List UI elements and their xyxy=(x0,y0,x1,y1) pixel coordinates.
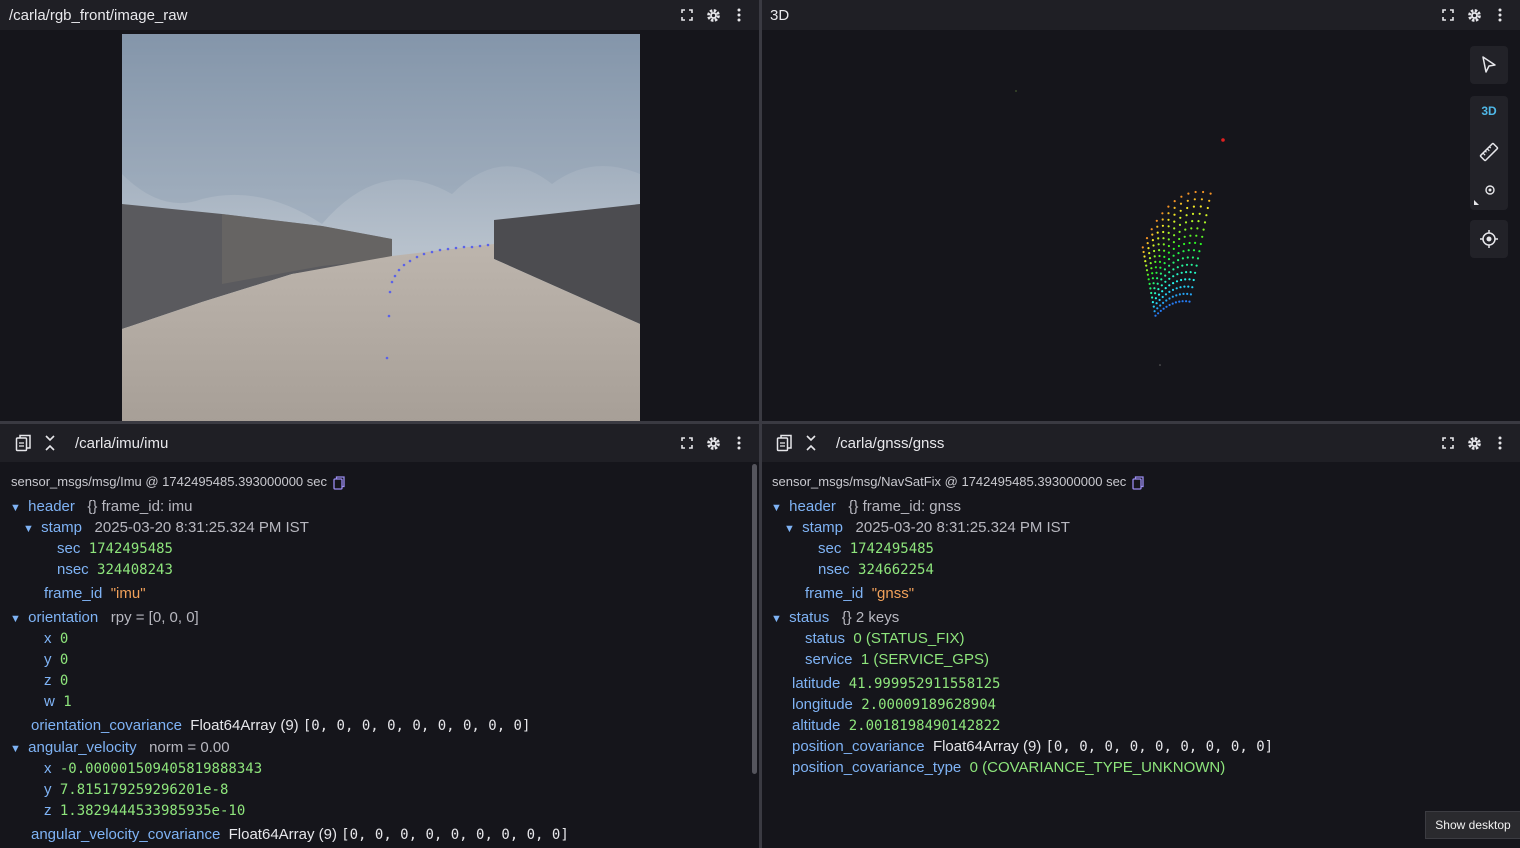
tree-row-sec: sec 1742495485 xyxy=(818,540,934,557)
tree-row-nsec: nsec 324662254 xyxy=(818,561,934,578)
camera-image xyxy=(122,34,640,421)
measure-tool-button[interactable] xyxy=(1479,142,1499,162)
tree-row-frame-id: frame_id "gnss" xyxy=(805,585,915,602)
tree-row-angular-velocity-z: z 1.3829444533985935e-10 xyxy=(44,802,246,819)
pointer-icon xyxy=(1482,56,1496,73)
tree-row-frame-id: frame_id "imu" xyxy=(44,585,146,602)
imu-message-tree: sensor_msgs/msg/Imu @ 1742495485.3930000… xyxy=(0,464,759,848)
tree-row-stamp[interactable]: ▼ stamp 2025-03-20 8:31:25.324 PM IST xyxy=(784,518,1070,538)
tree-row-angular-velocity-y: y 7.815179259296201e-8 xyxy=(44,781,229,798)
tree-row-orientation-z: z 0 xyxy=(44,672,69,689)
copy-clipboard-icon[interactable] xyxy=(1132,475,1144,490)
tree-row-orientation[interactable]: ▼ orientation rpy = [0, 0, 0] xyxy=(10,608,199,628)
toggle-3d-button[interactable]: 3D xyxy=(1470,104,1508,124)
tree-row-nsec: nsec 324408243 xyxy=(57,561,173,578)
gear-icon[interactable] xyxy=(1466,7,1482,23)
copy-clipboard-icon[interactable] xyxy=(775,434,793,452)
tree-row-status: status 0 (STATUS_FIX) xyxy=(805,630,965,647)
scrollbar-thumb[interactable] xyxy=(752,464,757,774)
panel-splitter-vertical[interactable] xyxy=(759,0,762,848)
gear-icon[interactable] xyxy=(1466,435,1482,451)
gnss-message-tree: sensor_msgs/msg/NavSatFix @ 1742495485.3… xyxy=(762,464,1520,848)
message-meta: sensor_msgs/msg/Imu @ 1742495485.3930000… xyxy=(11,472,345,492)
tree-row-position-covariance-type: position_covariance_type 0 (COVARIANCE_T… xyxy=(792,759,1226,776)
collapse-icon[interactable] xyxy=(42,435,58,451)
fullscreen-icon[interactable] xyxy=(679,435,695,451)
gear-icon[interactable] xyxy=(705,7,721,23)
point-cloud-view[interactable] xyxy=(762,30,1520,421)
three-d-panel-title: 3D xyxy=(770,6,790,24)
tree-row-angular-velocity-x: x -0.0000015094058198883​43 xyxy=(44,760,263,777)
show-desktop-tooltip: Show desktop xyxy=(1425,811,1520,839)
tree-row-orientation-covariance: orientation_covariance Float64Array (9) … xyxy=(31,717,531,734)
fullscreen-icon[interactable] xyxy=(1440,7,1456,23)
more-vertical-icon[interactable] xyxy=(1492,435,1508,451)
locate-icon xyxy=(1480,230,1498,248)
gear-icon[interactable] xyxy=(705,435,721,451)
imu-panel-toolbar: /carla/imu/imu xyxy=(0,424,759,462)
tree-row-stamp[interactable]: ▼ stamp 2025-03-20 8:31:25.324 PM IST xyxy=(23,518,309,538)
copy-clipboard-icon[interactable] xyxy=(14,434,32,452)
tree-row-orientation-x: x 0 xyxy=(44,630,69,647)
fullscreen-icon[interactable] xyxy=(679,7,695,23)
tree-row-orientation-y: y 0 xyxy=(44,651,69,668)
tree-row-position-covariance: position_covariance Float64Array (9) [0,… xyxy=(792,738,1274,755)
publish-point-button[interactable] xyxy=(1471,180,1501,206)
gnss-panel-title: /carla/gnss/gnss xyxy=(836,434,945,452)
panel-splitter-horizontal[interactable] xyxy=(0,421,1520,424)
tree-row-sec: sec 1742495485 xyxy=(57,540,173,557)
tree-row-longitude: longitude 2.00009189628904 xyxy=(792,696,997,713)
imu-panel-title: /carla/imu/imu xyxy=(75,434,169,452)
image-panel: /carla/rgb_front/image_raw xyxy=(0,0,759,421)
imu-raw-messages-panel: /carla/imu/imu sensor_msgs/msg/Imu @ 174… xyxy=(0,424,759,848)
image-panel-toolbar: /carla/rgb_front/image_raw xyxy=(0,0,759,30)
more-vertical-icon[interactable] xyxy=(731,435,747,451)
tree-row-angular-velocity-covariance: angular_velocity_covariance Float64Array… xyxy=(31,826,569,843)
collapse-icon[interactable] xyxy=(803,435,819,451)
tree-row-altitude: altitude 2.0018198490142822 xyxy=(792,717,1001,734)
tree-row-angular-velocity[interactable]: ▼ angular_velocity norm = 0.00 xyxy=(10,738,230,758)
more-vertical-icon[interactable] xyxy=(1492,7,1508,23)
tree-row-latitude: latitude 41.999952911558125 xyxy=(792,675,1001,692)
follow-mode-button[interactable] xyxy=(1470,220,1508,258)
fullscreen-icon[interactable] xyxy=(1440,435,1456,451)
image-panel-title: /carla/rgb_front/image_raw xyxy=(9,6,188,24)
tree-row-orientation-w: w 1 xyxy=(44,693,72,710)
message-meta: sensor_msgs/msg/NavSatFix @ 1742495485.3… xyxy=(772,472,1144,492)
more-vertical-icon[interactable] xyxy=(731,7,747,23)
gnss-panel-toolbar: /carla/gnss/gnss xyxy=(762,424,1520,462)
three-d-panel: 3D 3D xyxy=(762,0,1520,421)
target-icon xyxy=(1474,185,1495,205)
gnss-raw-messages-panel: /carla/gnss/gnss sensor_msgs/msg/NavSatF… xyxy=(762,424,1520,848)
tree-row-header[interactable]: ▼ header {} frame_id: imu xyxy=(10,497,192,517)
three-d-panel-toolbar: 3D xyxy=(762,0,1520,30)
tree-row-service: service 1 (SERVICE_GPS) xyxy=(805,651,989,668)
ruler-icon xyxy=(1479,142,1499,162)
tree-row-status-group[interactable]: ▼ status {} 2 keys xyxy=(771,608,899,628)
copy-clipboard-icon[interactable] xyxy=(333,475,345,490)
select-tool-button[interactable] xyxy=(1470,46,1508,84)
tree-row-header[interactable]: ▼ header {} frame_id: gnss xyxy=(771,497,961,517)
